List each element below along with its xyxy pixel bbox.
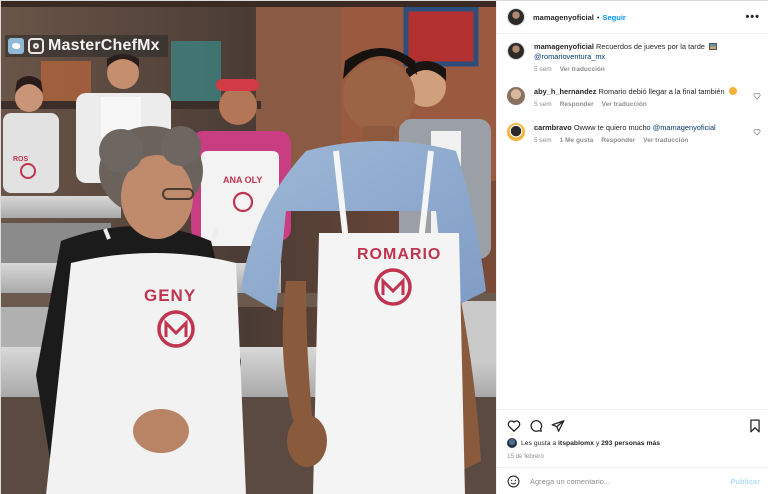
comment-item: aby_h_hernandez Romario debió llegar a l… (507, 87, 765, 108)
save-bookmark-icon[interactable] (748, 419, 762, 433)
avatar[interactable] (507, 87, 525, 105)
comment-username[interactable]: carmbravo (534, 123, 572, 132)
apron-name-left: ROS (13, 156, 29, 163)
post-image[interactable]: ROS ANA OLY GENY ROMARIO MasterChefMx (1, 1, 496, 494)
likes-count-link[interactable]: 293 personas más (601, 440, 660, 447)
post-date[interactable]: 15 de febrero (507, 453, 544, 460)
comment-username[interactable]: aby_h_hernandez (534, 87, 596, 96)
avatar[interactable] (507, 42, 525, 60)
watermark: MasterChefMx (5, 35, 168, 57)
share-send-icon[interactable] (551, 419, 565, 433)
comment-likes-count[interactable]: 1 Me gusta (560, 137, 594, 144)
face-emoji-icon (728, 87, 737, 95)
see-translation-button[interactable]: Ver traducción (560, 66, 605, 73)
publish-button[interactable]: Publicar (730, 477, 760, 486)
reply-button[interactable]: Responder (560, 101, 594, 108)
likes-summary: Les gusta a itspablomx y 293 personas má… (507, 438, 660, 448)
more-options-icon[interactable]: ••• (745, 11, 760, 23)
comment-time[interactable]: 5 sem (534, 137, 552, 144)
separator-dot: • (596, 12, 600, 22)
twitter-icon (8, 38, 24, 54)
avatar[interactable] (507, 8, 525, 26)
emoji-smile-icon[interactable] (507, 475, 520, 488)
add-comment-bar: Publicar (497, 467, 768, 494)
apron-name-geny: GENY (144, 286, 196, 305)
comment-input[interactable] (530, 477, 710, 486)
comment-time[interactable]: 5 sem (534, 66, 552, 73)
comment-mention[interactable]: @mamagenyoficial (653, 123, 716, 132)
see-translation-button[interactable]: Ver traducción (602, 101, 647, 108)
caption: mamagenyoficial Recuerdos de jueves por … (507, 42, 765, 73)
instagram-icon (28, 38, 44, 54)
apron-name-romario: ROMARIO (357, 246, 441, 263)
likes-prefix: Les gusta a (521, 439, 557, 447)
like-comment-heart-icon[interactable] (753, 92, 761, 100)
apron-name-center: ANA OLY (223, 175, 262, 185)
masterchef-scene: ROS ANA OLY GENY ROMARIO (1, 1, 496, 494)
comment-username[interactable]: mamagenyoficial (534, 42, 594, 51)
framed-picture-icon (708, 43, 717, 50)
comment-text: Owww te quiero mucho (573, 123, 651, 132)
watermark-text: MasterChefMx (48, 37, 160, 54)
post-header: mamagenyoficial • Seguir ••• (497, 1, 768, 34)
comment-bubble-icon[interactable] (529, 419, 543, 433)
liker-avatar[interactable] (507, 438, 517, 448)
follow-button[interactable]: Seguir (603, 13, 626, 22)
header-username[interactable]: mamagenyoficial (533, 13, 594, 22)
likes-connector: y (595, 439, 600, 447)
comment-time[interactable]: 5 sem (534, 101, 552, 108)
comment-mention[interactable]: @romarioventura_mx (534, 52, 605, 61)
liker-username[interactable]: itspablomx (558, 440, 594, 447)
post-side-panel: mamagenyoficial • Seguir ••• mamagenyofi… (496, 1, 768, 494)
like-comment-heart-icon[interactable] (753, 128, 761, 136)
comment-text: Romario debió llegar a la final también (598, 87, 725, 96)
like-heart-icon[interactable] (507, 419, 521, 433)
comments-list[interactable]: mamagenyoficial Recuerdos de jueves por … (497, 35, 768, 409)
comment-text: Recuerdos de jueves por la tarde (596, 42, 705, 51)
instagram-post: ROS ANA OLY GENY ROMARIO MasterChefMx ma… (0, 0, 768, 494)
reply-button[interactable]: Responder (601, 137, 635, 144)
see-translation-button[interactable]: Ver traducción (643, 137, 688, 144)
avatar[interactable] (507, 123, 525, 141)
comment-item: carmbravo Owww te quiero mucho @mamageny… (507, 123, 765, 144)
